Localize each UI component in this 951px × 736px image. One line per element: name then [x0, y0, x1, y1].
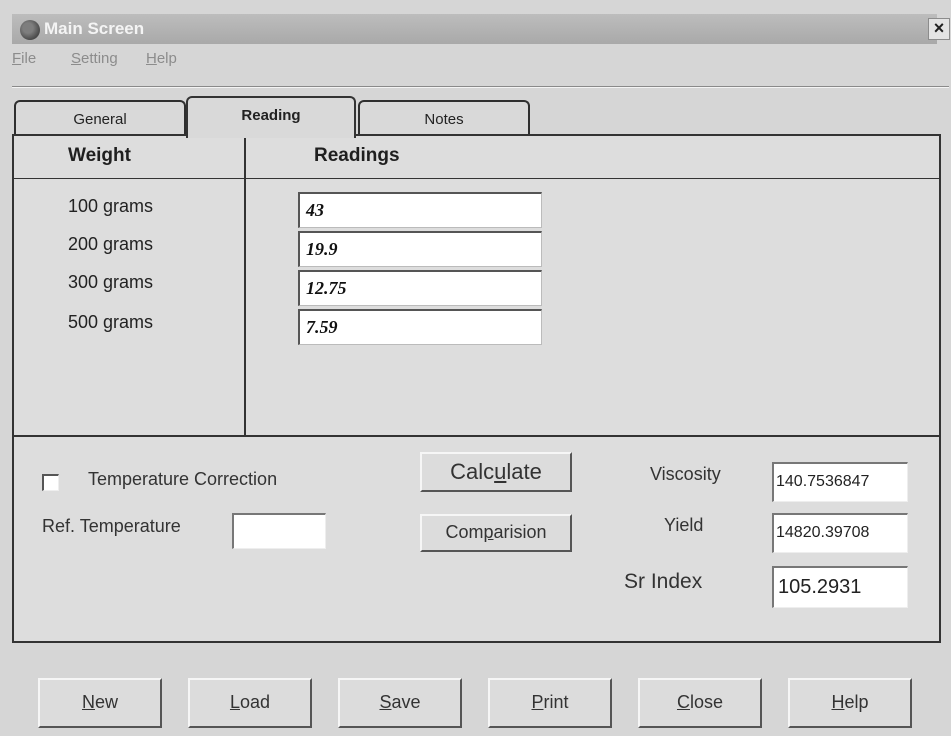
calculate-label-b: late	[506, 459, 542, 484]
tab-general[interactable]: General	[14, 100, 186, 136]
temperature-correction-checkbox[interactable]	[42, 474, 59, 491]
menu-setting-label: etting	[81, 50, 118, 67]
calculate-button[interactable]: Calculate	[420, 452, 572, 492]
comparision-label-a: Com	[445, 522, 484, 542]
new-accel: N	[81, 692, 95, 712]
reading-panel: Weight Readings 100 grams 200 grams 300 …	[12, 134, 941, 643]
menu-setting-accel: S	[71, 50, 82, 67]
reading-field-100[interactable]: 43	[298, 192, 542, 228]
close-accel: C	[676, 692, 690, 712]
sr-index-label: Sr Index	[624, 570, 703, 593]
load-button[interactable]: Load	[188, 678, 312, 728]
reading-field-500[interactable]: 7.59	[298, 309, 542, 345]
help-label: elp	[844, 692, 869, 712]
readings-header: Readings	[314, 145, 400, 166]
help-button[interactable]: Help	[788, 678, 912, 728]
weight-label-200: 200 grams	[68, 234, 154, 254]
section-divider	[14, 435, 939, 437]
help-accel: H	[831, 692, 845, 712]
save-accel: S	[379, 692, 392, 712]
tab-reading[interactable]: Reading	[186, 96, 356, 138]
load-label: oad	[239, 692, 271, 712]
menu-separator	[12, 86, 949, 88]
save-button[interactable]: Save	[338, 678, 462, 728]
viscosity-label: Viscosity	[650, 464, 721, 484]
yield-label: Yield	[664, 515, 704, 535]
tab-notes[interactable]: Notes	[358, 100, 530, 136]
app-globe-icon	[20, 20, 40, 40]
menu-file-accel: F	[12, 50, 22, 67]
calculate-label-a: Calc	[450, 459, 495, 484]
weight-label-500: 500 grams	[68, 312, 154, 332]
temperature-correction-label: Temperature Correction	[88, 469, 278, 489]
menu-help-accel: H	[146, 50, 157, 67]
menu-setting[interactable]: Setting	[71, 50, 118, 67]
weight-label-100: 100 grams	[68, 196, 154, 216]
column-divider	[244, 136, 246, 436]
calculate-accel: u	[494, 459, 507, 484]
ref-temperature-label: Ref. Temperature	[42, 516, 181, 536]
menu-bar: File Setting Help	[12, 46, 937, 74]
weight-header: Weight	[68, 145, 131, 166]
window-title: Main Screen	[44, 19, 145, 38]
print-label: rint	[543, 692, 569, 712]
load-accel: L	[229, 692, 240, 712]
menu-file[interactable]: File	[12, 50, 36, 67]
header-divider	[14, 178, 939, 179]
print-accel: P	[531, 692, 544, 712]
new-label: ew	[94, 692, 118, 712]
close-button[interactable]: Close	[638, 678, 762, 728]
title-bar[interactable]: Main Screen	[12, 14, 937, 44]
close-label: lose	[689, 692, 724, 712]
menu-help[interactable]: Help	[146, 50, 177, 67]
save-label: ave	[391, 692, 421, 712]
ref-temperature-input[interactable]	[232, 513, 326, 549]
reading-field-300[interactable]: 12.75	[298, 270, 542, 306]
menu-help-label: elp	[156, 50, 177, 67]
yield-output[interactable]: 14820.39708	[772, 513, 908, 553]
comparision-accel: p	[483, 522, 494, 542]
comparision-label-b: arision	[493, 522, 547, 542]
sr-index-output[interactable]: 105.2931	[772, 566, 908, 608]
close-icon[interactable]: ×	[928, 18, 950, 40]
viscosity-output[interactable]: 140.7536847	[772, 462, 908, 502]
weight-label-300: 300 grams	[68, 272, 154, 292]
comparision-button[interactable]: Comparision	[420, 514, 572, 552]
main-window: Main Screen × File Setting Help General …	[0, 0, 951, 736]
print-button[interactable]: Print	[488, 678, 612, 728]
new-button[interactable]: New	[38, 678, 162, 728]
reading-field-200[interactable]: 19.9	[298, 231, 542, 267]
menu-file-label: ile	[21, 50, 37, 67]
